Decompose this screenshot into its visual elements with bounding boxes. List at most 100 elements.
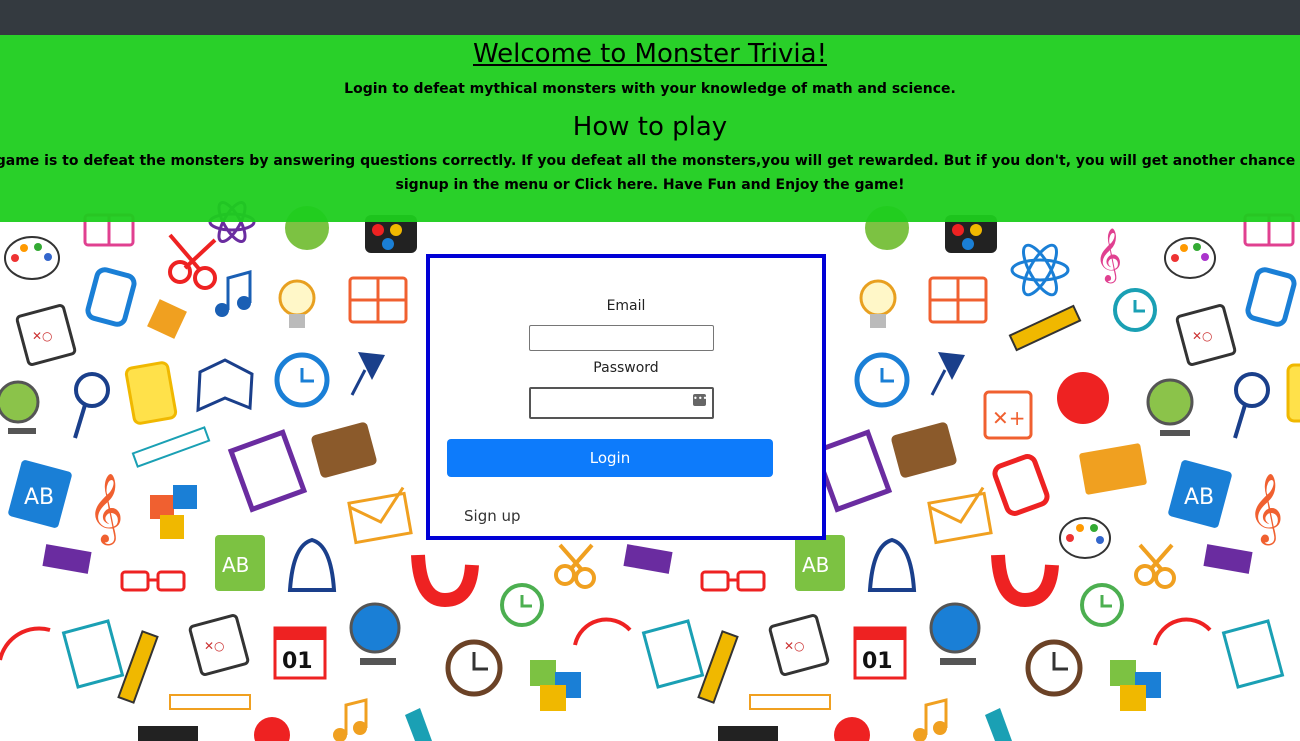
svg-text:✕○: ✕○ — [204, 639, 225, 653]
board-icon — [928, 276, 988, 324]
ruler-icon — [169, 694, 251, 710]
scissors-icon — [168, 233, 217, 290]
svg-text:01: 01 — [862, 649, 893, 674]
clip-icon — [147, 299, 187, 339]
top-navbar — [0, 0, 1300, 35]
svg-text:AB: AB — [222, 553, 249, 577]
envelope-icon — [927, 486, 993, 545]
pushpin-icon — [930, 352, 965, 396]
password-label: Password — [593, 360, 659, 376]
ab-book-icon: AB — [215, 535, 265, 591]
calculator-icon — [124, 361, 178, 425]
math-card-icon: ✕+ — [983, 390, 1033, 440]
how-to-play-heading: How to play — [572, 112, 728, 142]
scissors-icon — [554, 543, 596, 589]
protractor-icon — [0, 626, 51, 661]
palette-icon — [1059, 517, 1111, 559]
magnifier-icon — [1233, 372, 1270, 439]
protractor-icon — [1153, 617, 1212, 646]
how-to-play-text-line2: signup in the menu or Click here. Have F… — [395, 177, 905, 193]
notebook-icon: ✕○ — [188, 614, 250, 676]
apple-icon — [1057, 372, 1109, 424]
ruler-icon — [749, 694, 831, 710]
pencil-icon — [117, 630, 159, 704]
svg-text:AB: AB — [802, 553, 829, 577]
atom-icon — [1010, 243, 1070, 297]
svg-text:✕+: ✕+ — [992, 406, 1026, 430]
palette-icon — [1164, 237, 1216, 279]
pencil-icon — [697, 630, 739, 704]
calendar-icon: 01 — [273, 626, 327, 680]
mouse-icon — [254, 717, 290, 741]
lightbulb-icon — [278, 279, 316, 328]
password-field[interactable]: ••• — [529, 387, 714, 419]
login-button[interactable]: Login — [447, 439, 773, 477]
password-key-icon[interactable]: ••• — [693, 394, 707, 406]
tablet-icon — [85, 267, 137, 327]
chalkboard-icon — [718, 726, 778, 741]
clock-icon — [1080, 583, 1124, 627]
clip-icon — [42, 544, 92, 574]
microscope-icon — [985, 708, 1012, 741]
magnet-icon — [991, 554, 1059, 608]
notebook-icon: ✕○ — [1175, 304, 1237, 366]
clip-icon — [1203, 544, 1253, 574]
music-note-icon — [333, 698, 368, 741]
abacus-icon — [227, 429, 308, 513]
page-subtitle: Login to defeat mythical monsters with y… — [344, 81, 956, 97]
magnifier-icon — [73, 372, 110, 439]
book-icon — [196, 358, 254, 413]
email-label: Email — [606, 298, 646, 314]
abacus-icon — [812, 429, 893, 513]
clock-icon — [274, 352, 330, 408]
globe-icon — [1146, 378, 1194, 436]
ab-book-icon: AB — [8, 460, 72, 528]
protractor-icon — [573, 617, 632, 646]
bell-icon — [867, 537, 917, 592]
alarm-clock-icon — [1025, 639, 1083, 697]
login-card: Email Password ••• Login Sign up — [426, 254, 826, 540]
svg-text:AB: AB — [24, 485, 54, 510]
document-icon — [1221, 619, 1285, 689]
document-icon — [641, 619, 705, 689]
notebook-icon: ✕○ — [768, 614, 830, 676]
svg-text:✕○: ✕○ — [1192, 329, 1213, 343]
ruler-icon — [131, 426, 211, 468]
alarm-clock-icon — [445, 639, 503, 697]
clock-icon — [854, 352, 910, 408]
glasses-icon — [700, 570, 766, 592]
magnet-icon — [411, 554, 479, 608]
clock-icon — [500, 583, 544, 627]
email-field[interactable] — [529, 325, 714, 351]
svg-text:✕○: ✕○ — [32, 329, 53, 343]
clip-icon — [623, 544, 673, 574]
board-icon — [348, 276, 408, 324]
envelope-icon — [347, 486, 413, 545]
scissors-icon — [1134, 543, 1176, 589]
svg-text:AB: AB — [1184, 485, 1214, 510]
abc-blocks-icon — [150, 485, 197, 539]
palette-icon — [4, 236, 60, 280]
signup-link[interactable]: Sign up — [464, 507, 521, 525]
mouse-icon — [834, 717, 870, 741]
svg-text:✕○: ✕○ — [784, 639, 805, 653]
calculator-icon — [1286, 363, 1300, 423]
page-title: Welcome to Monster Trivia! — [472, 39, 827, 69]
clock-icon — [1113, 288, 1157, 332]
how-to-play-text-line1: The aim of the game is to defeat the mon… — [0, 153, 1300, 169]
bell-icon — [287, 537, 337, 592]
globe-icon — [349, 602, 401, 665]
ab-book-icon: AB — [795, 535, 845, 591]
microscope-icon — [405, 708, 432, 741]
tablet-icon — [1245, 267, 1297, 327]
briefcase-icon — [891, 422, 957, 478]
document-icon — [61, 619, 125, 689]
globe-icon — [929, 602, 981, 665]
welcome-banner: Welcome to Monster Trivia! Login to defe… — [0, 35, 1300, 222]
pushpin-icon — [350, 352, 385, 396]
globe-icon — [0, 380, 40, 434]
ab-book-icon: AB — [1168, 460, 1232, 528]
abc-blocks-icon — [530, 660, 581, 711]
notebook-icon: ✕○ — [15, 304, 77, 366]
tablet-icon — [992, 454, 1050, 516]
